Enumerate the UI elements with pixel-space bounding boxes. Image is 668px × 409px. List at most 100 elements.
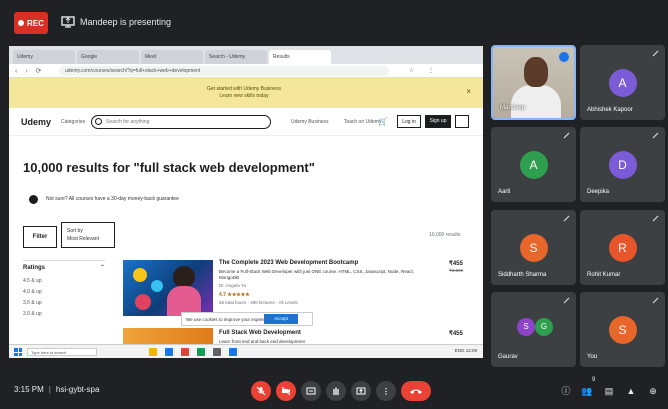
participant-name: Gaurav	[498, 354, 518, 360]
nav-link: Teach on Udemy	[343, 119, 382, 125]
avatar: A	[608, 69, 637, 97]
language-icon	[455, 115, 469, 128]
pin-icon[interactable]	[563, 215, 570, 222]
ratings-heading: Ratings	[23, 265, 46, 271]
recording-badge: REC	[14, 12, 48, 34]
chat-icon[interactable]: ▤	[603, 385, 615, 397]
pin-icon[interactable]	[652, 132, 659, 139]
meeting-info: 3:15 PM | hsi-gybt-spa	[14, 385, 100, 394]
people-icon[interactable]: 👥	[581, 385, 593, 397]
participant-name: Deepika	[587, 189, 610, 195]
course-price: ₹455	[449, 331, 463, 337]
meet-window: REC Mandeep is presenting Udemy Google M…	[0, 0, 668, 409]
rating-option: 3.5 & up	[23, 300, 42, 306]
camera-off-icon	[281, 386, 291, 396]
results-count: 10,000 results	[429, 232, 461, 238]
pin-icon[interactable]	[652, 215, 659, 222]
sort-label: Sort by	[67, 228, 83, 234]
taskbar-tray: ENG 12:09	[454, 348, 477, 353]
windows-start-icon	[14, 348, 22, 356]
captions-button[interactable]	[301, 381, 321, 401]
pin-icon[interactable]	[652, 50, 659, 57]
participant-name: Rohit Kumar	[587, 272, 621, 278]
participant-name: Siddharth Sharma	[498, 272, 547, 278]
present-button[interactable]	[351, 381, 371, 401]
participant-tile[interactable]: R Rohit Kumar	[580, 210, 665, 285]
captions-icon	[306, 387, 316, 395]
promo-banner: Get started with Udemy Business Learn ne…	[9, 78, 483, 108]
cookie-accept-button: Accept	[264, 314, 298, 324]
sidebar-divider	[23, 260, 105, 261]
recording-dot-icon	[18, 20, 25, 26]
end-call-button[interactable]	[401, 381, 431, 401]
info-icon	[29, 195, 38, 204]
meeting-code: hsi-gybt-spa	[55, 385, 100, 394]
presentation-icon	[61, 16, 75, 28]
chevron-up-icon: ⌃	[100, 265, 106, 271]
raise-hand-button[interactable]	[326, 381, 346, 401]
pin-icon[interactable]	[563, 297, 570, 304]
activities-icon[interactable]: ▲	[625, 385, 637, 397]
results-heading: 10,000 results for "full stack web devel…	[23, 160, 315, 175]
participant-tile[interactable]: S Siddharth Sharma	[491, 210, 576, 285]
top-bar: REC Mandeep is presenting	[0, 0, 668, 44]
participant-name: Aarti	[498, 189, 511, 195]
avatar: A	[519, 151, 548, 179]
browser-tab: Google	[77, 50, 139, 64]
participant-tile[interactable]: D Deepika	[580, 127, 665, 202]
sort-dropdown: Sort by Most Relevant	[61, 222, 115, 248]
course-meta: 65 total hours · 490 lectures · All Leve…	[219, 300, 298, 305]
participant-name: Abhishek Kapoor	[587, 107, 633, 113]
sort-value: Most Relevant	[67, 236, 99, 242]
avatar: R	[608, 234, 637, 262]
rating-option: 3.0 & up	[23, 311, 42, 317]
banner-text: Get started with Udemy Business Learn ne…	[207, 86, 281, 99]
present-screen-icon	[356, 387, 366, 395]
filter-button: Filter	[23, 226, 57, 248]
avatar: S	[519, 234, 548, 262]
browser-tab-strip: Udemy Google Meet Search - Udemy Results	[9, 46, 483, 64]
hand-icon	[333, 387, 339, 395]
bottom-toolbar: 3:15 PM | hsi-gybt-spa ⋮ ⓘ 👥 9 ▤ ▲ ⊕	[0, 372, 668, 409]
store-icon	[197, 348, 205, 356]
participant-tile[interactable]: A Aarti	[491, 127, 576, 202]
more-options-button[interactable]: ⋮	[376, 381, 396, 401]
shared-screen: Udemy Google Meet Search - Udemy Results…	[9, 46, 483, 358]
course-rating: 4.7 ★★★★★	[219, 292, 250, 298]
course-thumbnail	[123, 260, 213, 316]
browser-tab-active: Results	[269, 50, 331, 64]
windows-taskbar: Type here to search ENG 12:09	[9, 344, 483, 358]
avatar: S	[608, 316, 637, 344]
speaking-indicator-icon	[559, 52, 569, 62]
taskbar-apps	[149, 348, 237, 356]
course-title: Full Stack Web Development	[219, 330, 301, 336]
categories-link: Categories	[61, 119, 86, 125]
course-author: Dr. Angela Yu	[219, 283, 247, 288]
participant-tile[interactable]: S G Gaurav	[491, 292, 576, 367]
participant-name: You	[587, 354, 598, 360]
browser-toolbar-icons: ☆ ⋮	[409, 68, 441, 74]
mail-icon	[229, 348, 237, 356]
clock-time: 3:15 PM	[14, 385, 44, 394]
pin-icon[interactable]	[652, 297, 659, 304]
course-description: Become a Full-Stack Web Developer with j…	[219, 269, 414, 280]
chrome-icon	[181, 348, 189, 356]
info-icon[interactable]: ⓘ	[560, 385, 572, 397]
pin-icon[interactable]	[563, 132, 570, 139]
participant-tile[interactable]: A Abhishek Kapoor	[580, 45, 665, 120]
participant-tile-video[interactable]: Mandeep	[491, 45, 576, 120]
avatar: D	[608, 151, 637, 179]
lock-icon[interactable]: ⊕	[647, 385, 659, 397]
url-field: udemy.com/courses/search/?q=full+stack+w…	[59, 66, 389, 76]
cart-icon: 🛒	[378, 117, 388, 126]
browser-nav-icons: ‹ › ⟳	[15, 68, 45, 75]
camera-toggle-button[interactable]	[276, 381, 296, 401]
taskbar-search: Type here to search	[27, 348, 97, 356]
mic-toggle-button[interactable]	[251, 381, 271, 401]
presenting-label: Mandeep is presenting	[80, 17, 172, 27]
avatar: S	[517, 318, 535, 336]
participant-name: Mandeep	[500, 105, 526, 111]
site-header: Udemy Categories Search for anything Ude…	[9, 108, 483, 136]
participant-tile-self[interactable]: S You	[580, 292, 665, 367]
more-vert-icon: ⋮	[382, 386, 390, 396]
